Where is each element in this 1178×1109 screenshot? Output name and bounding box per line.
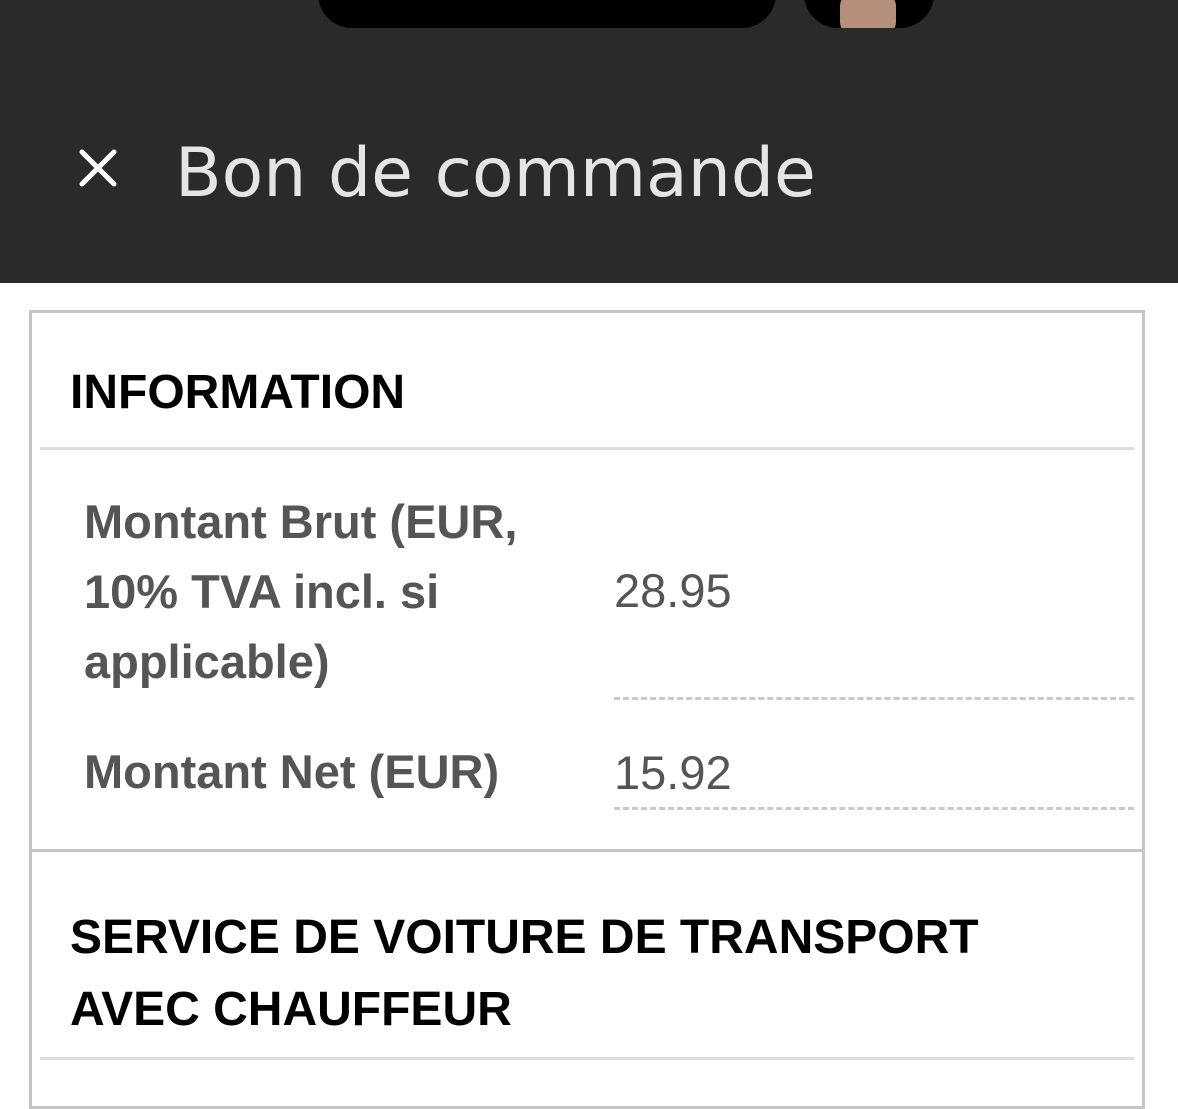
page-title: Bon de commande [175, 134, 816, 213]
close-icon[interactable] [72, 138, 126, 192]
app-header: Bon de commande [0, 0, 1178, 283]
service-card: SERVICE DE VOITURE DE TRANSPORT AVEC CHA… [29, 849, 1145, 1109]
section-divider [40, 447, 1134, 450]
information-card: INFORMATION Montant Brut (EUR, 10% TVA i… [29, 310, 1145, 852]
net-amount-value: 15.92 [614, 746, 732, 799]
status-bar-pill [318, 0, 776, 28]
gross-amount-value: 28.95 [614, 564, 732, 617]
section-divider [40, 1057, 1134, 1060]
information-section-title: INFORMATION [70, 366, 406, 419]
gross-amount-label: Montant Brut (EUR, 10% TVA incl. si appl… [84, 495, 518, 688]
net-amount-label: Montant Net (EUR) [84, 745, 500, 798]
status-bar-avatar [804, 0, 934, 28]
gross-amount-underline [614, 697, 1134, 700]
avatar-thumbnail [840, 0, 896, 28]
service-section-title: SERVICE DE VOITURE DE TRANSPORT AVEC CHA… [70, 911, 979, 1036]
net-amount-underline [614, 807, 1134, 810]
